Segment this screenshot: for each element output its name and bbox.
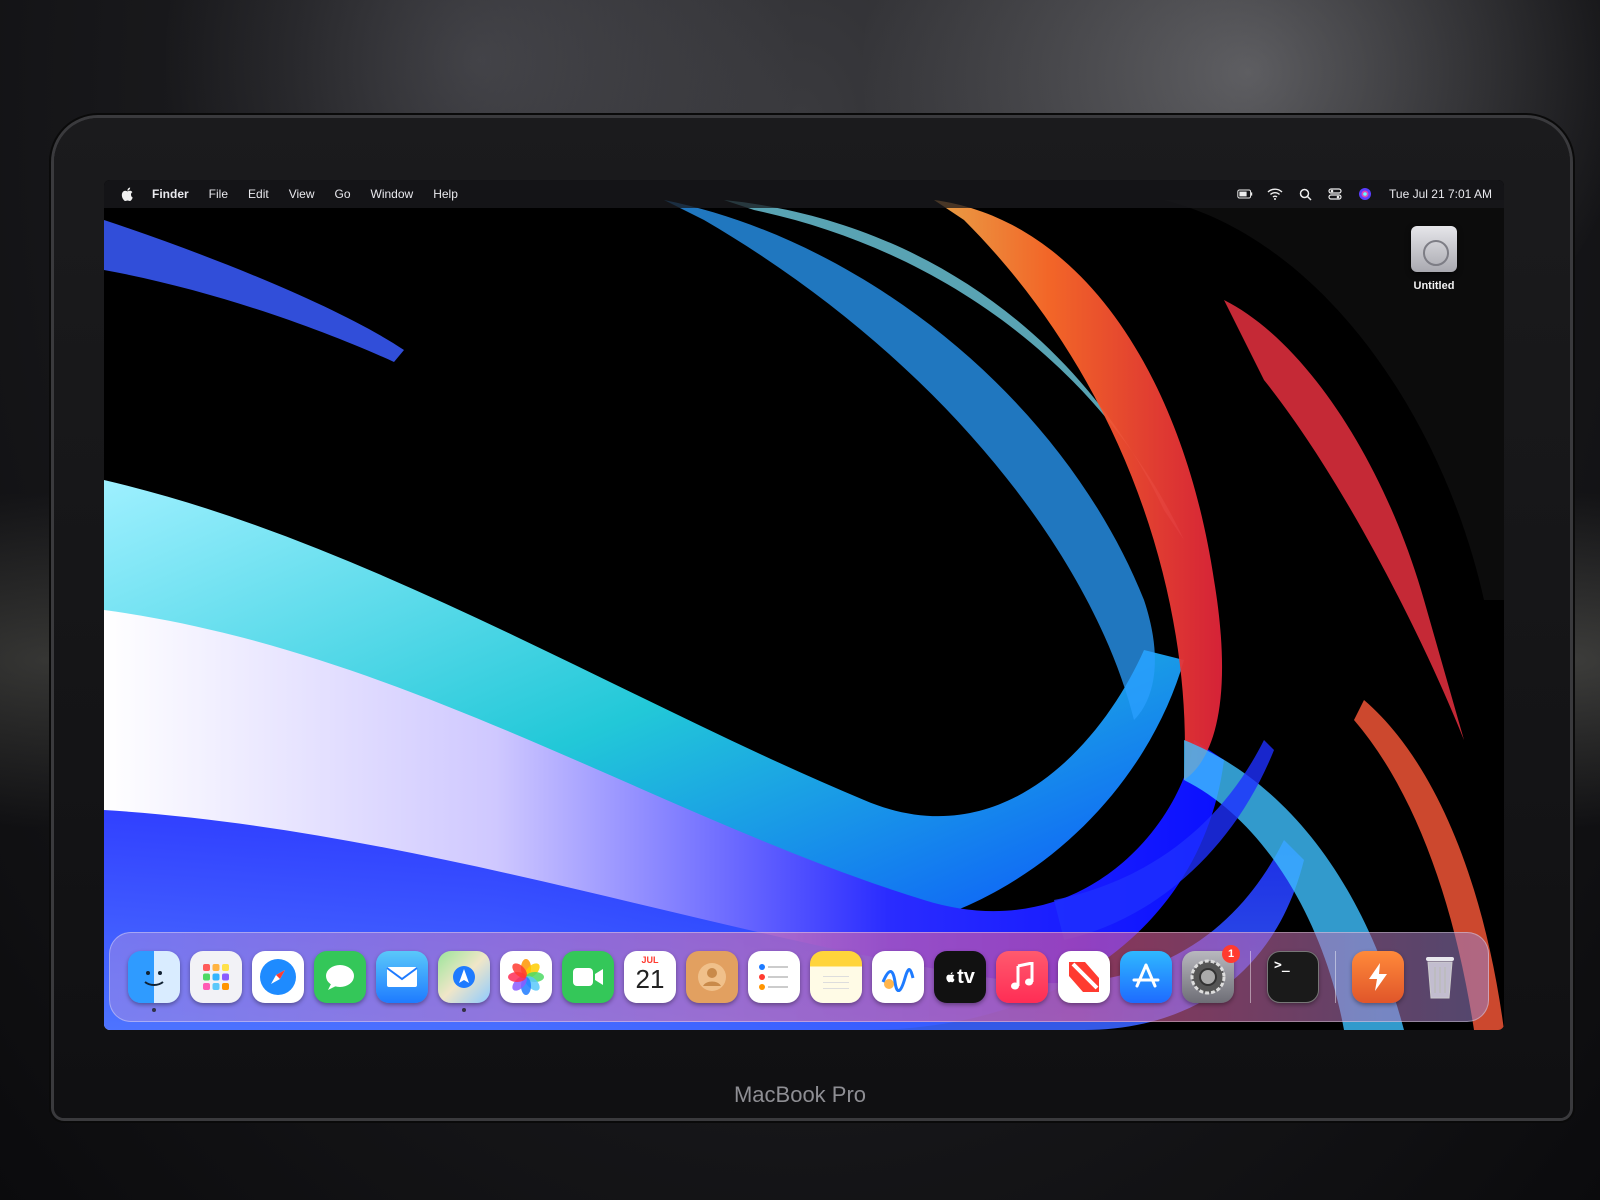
menu-bar: Finder File Edit View Go Window Help Tue… xyxy=(104,180,1504,208)
apple-tv-logo-icon xyxy=(946,972,955,983)
dock-photos[interactable] xyxy=(500,951,552,1003)
terminal-prompt: >_ xyxy=(1274,958,1290,973)
dock-finder[interactable] xyxy=(128,951,180,1012)
freeform-icon xyxy=(881,968,915,992)
facetime-icon xyxy=(573,968,603,986)
maps-icon xyxy=(453,966,475,988)
menu-edit[interactable]: Edit xyxy=(248,187,269,201)
music-note-icon xyxy=(1011,962,1034,990)
notification-badge: 1 xyxy=(1222,945,1240,963)
messages-icon xyxy=(326,965,354,990)
siri-icon[interactable] xyxy=(1357,187,1373,201)
dock-separator xyxy=(1250,951,1251,1003)
menu-window[interactable]: Window xyxy=(371,187,414,201)
dock-music[interactable] xyxy=(996,951,1048,1003)
dock-freeform[interactable] xyxy=(872,951,924,1003)
dock-safari[interactable] xyxy=(252,951,304,1003)
menubar-clock[interactable]: Tue Jul 21 7:01 AM xyxy=(1389,187,1492,201)
desktop-drive-untitled[interactable]: Untitled xyxy=(1394,226,1474,292)
launchpad-icon xyxy=(203,964,229,990)
battery-icon[interactable] xyxy=(1237,187,1253,201)
dock-contacts[interactable] xyxy=(686,951,738,1003)
dock-calendar[interactable]: JUL 21 xyxy=(624,951,676,1003)
desktop-icon-label: Untitled xyxy=(1413,280,1455,292)
dock-separator xyxy=(1335,951,1336,1003)
dock-apple-tv[interactable]: tv xyxy=(934,951,986,1003)
wifi-icon[interactable] xyxy=(1267,187,1283,201)
menu-view[interactable]: View xyxy=(289,187,315,201)
apple-logo-icon[interactable] xyxy=(120,186,136,202)
reminders-icon xyxy=(759,964,788,990)
news-icon xyxy=(1069,962,1099,992)
trash-icon xyxy=(1426,957,1454,999)
macos-desktop-screen: Finder File Edit View Go Window Help Tue… xyxy=(104,180,1504,1030)
dock-news[interactable] xyxy=(1058,951,1110,1003)
menu-go[interactable]: Go xyxy=(335,187,351,201)
app-store-icon xyxy=(1132,963,1160,988)
device-brand-label: MacBook Pro xyxy=(733,1082,867,1107)
mail-icon xyxy=(386,967,418,987)
spotlight-search-icon[interactable] xyxy=(1297,187,1313,201)
running-indicator xyxy=(152,1008,156,1012)
dock-notes[interactable] xyxy=(810,951,862,1003)
menu-file[interactable]: File xyxy=(209,187,228,201)
notes-icon xyxy=(823,976,849,989)
calendar-day: 21 xyxy=(635,964,665,994)
dock-messages[interactable] xyxy=(314,951,366,1003)
dock-launchpad[interactable] xyxy=(190,951,242,1003)
contacts-icon xyxy=(698,963,726,991)
control-center-icon[interactable] xyxy=(1327,187,1343,201)
dock-trash[interactable] xyxy=(1414,951,1466,1003)
photos-icon xyxy=(508,959,544,995)
dock-reminders[interactable] xyxy=(748,951,800,1003)
dock-system-settings[interactable]: 1 xyxy=(1182,945,1240,1003)
dock-maps[interactable] xyxy=(438,951,490,1012)
finder-icon xyxy=(144,971,164,986)
desktop-wallpaper xyxy=(104,180,1504,1030)
dock-mail[interactable] xyxy=(376,951,428,1003)
dock-facetime[interactable] xyxy=(562,951,614,1003)
safari-icon xyxy=(260,959,296,995)
lightning-icon xyxy=(1369,963,1387,991)
menu-finder[interactable]: Finder xyxy=(152,187,189,201)
dock: JUL 21 tv 1 >_ xyxy=(109,932,1489,1022)
gear-icon xyxy=(1190,959,1226,995)
dock-shortcut-app[interactable] xyxy=(1352,951,1404,1003)
tv-label: tv xyxy=(957,965,975,988)
menu-help[interactable]: Help xyxy=(433,187,458,201)
drive-icon xyxy=(1411,226,1457,272)
running-indicator xyxy=(462,1008,466,1012)
dock-terminal[interactable]: >_ xyxy=(1267,951,1319,1003)
dock-app-store[interactable] xyxy=(1120,951,1172,1003)
